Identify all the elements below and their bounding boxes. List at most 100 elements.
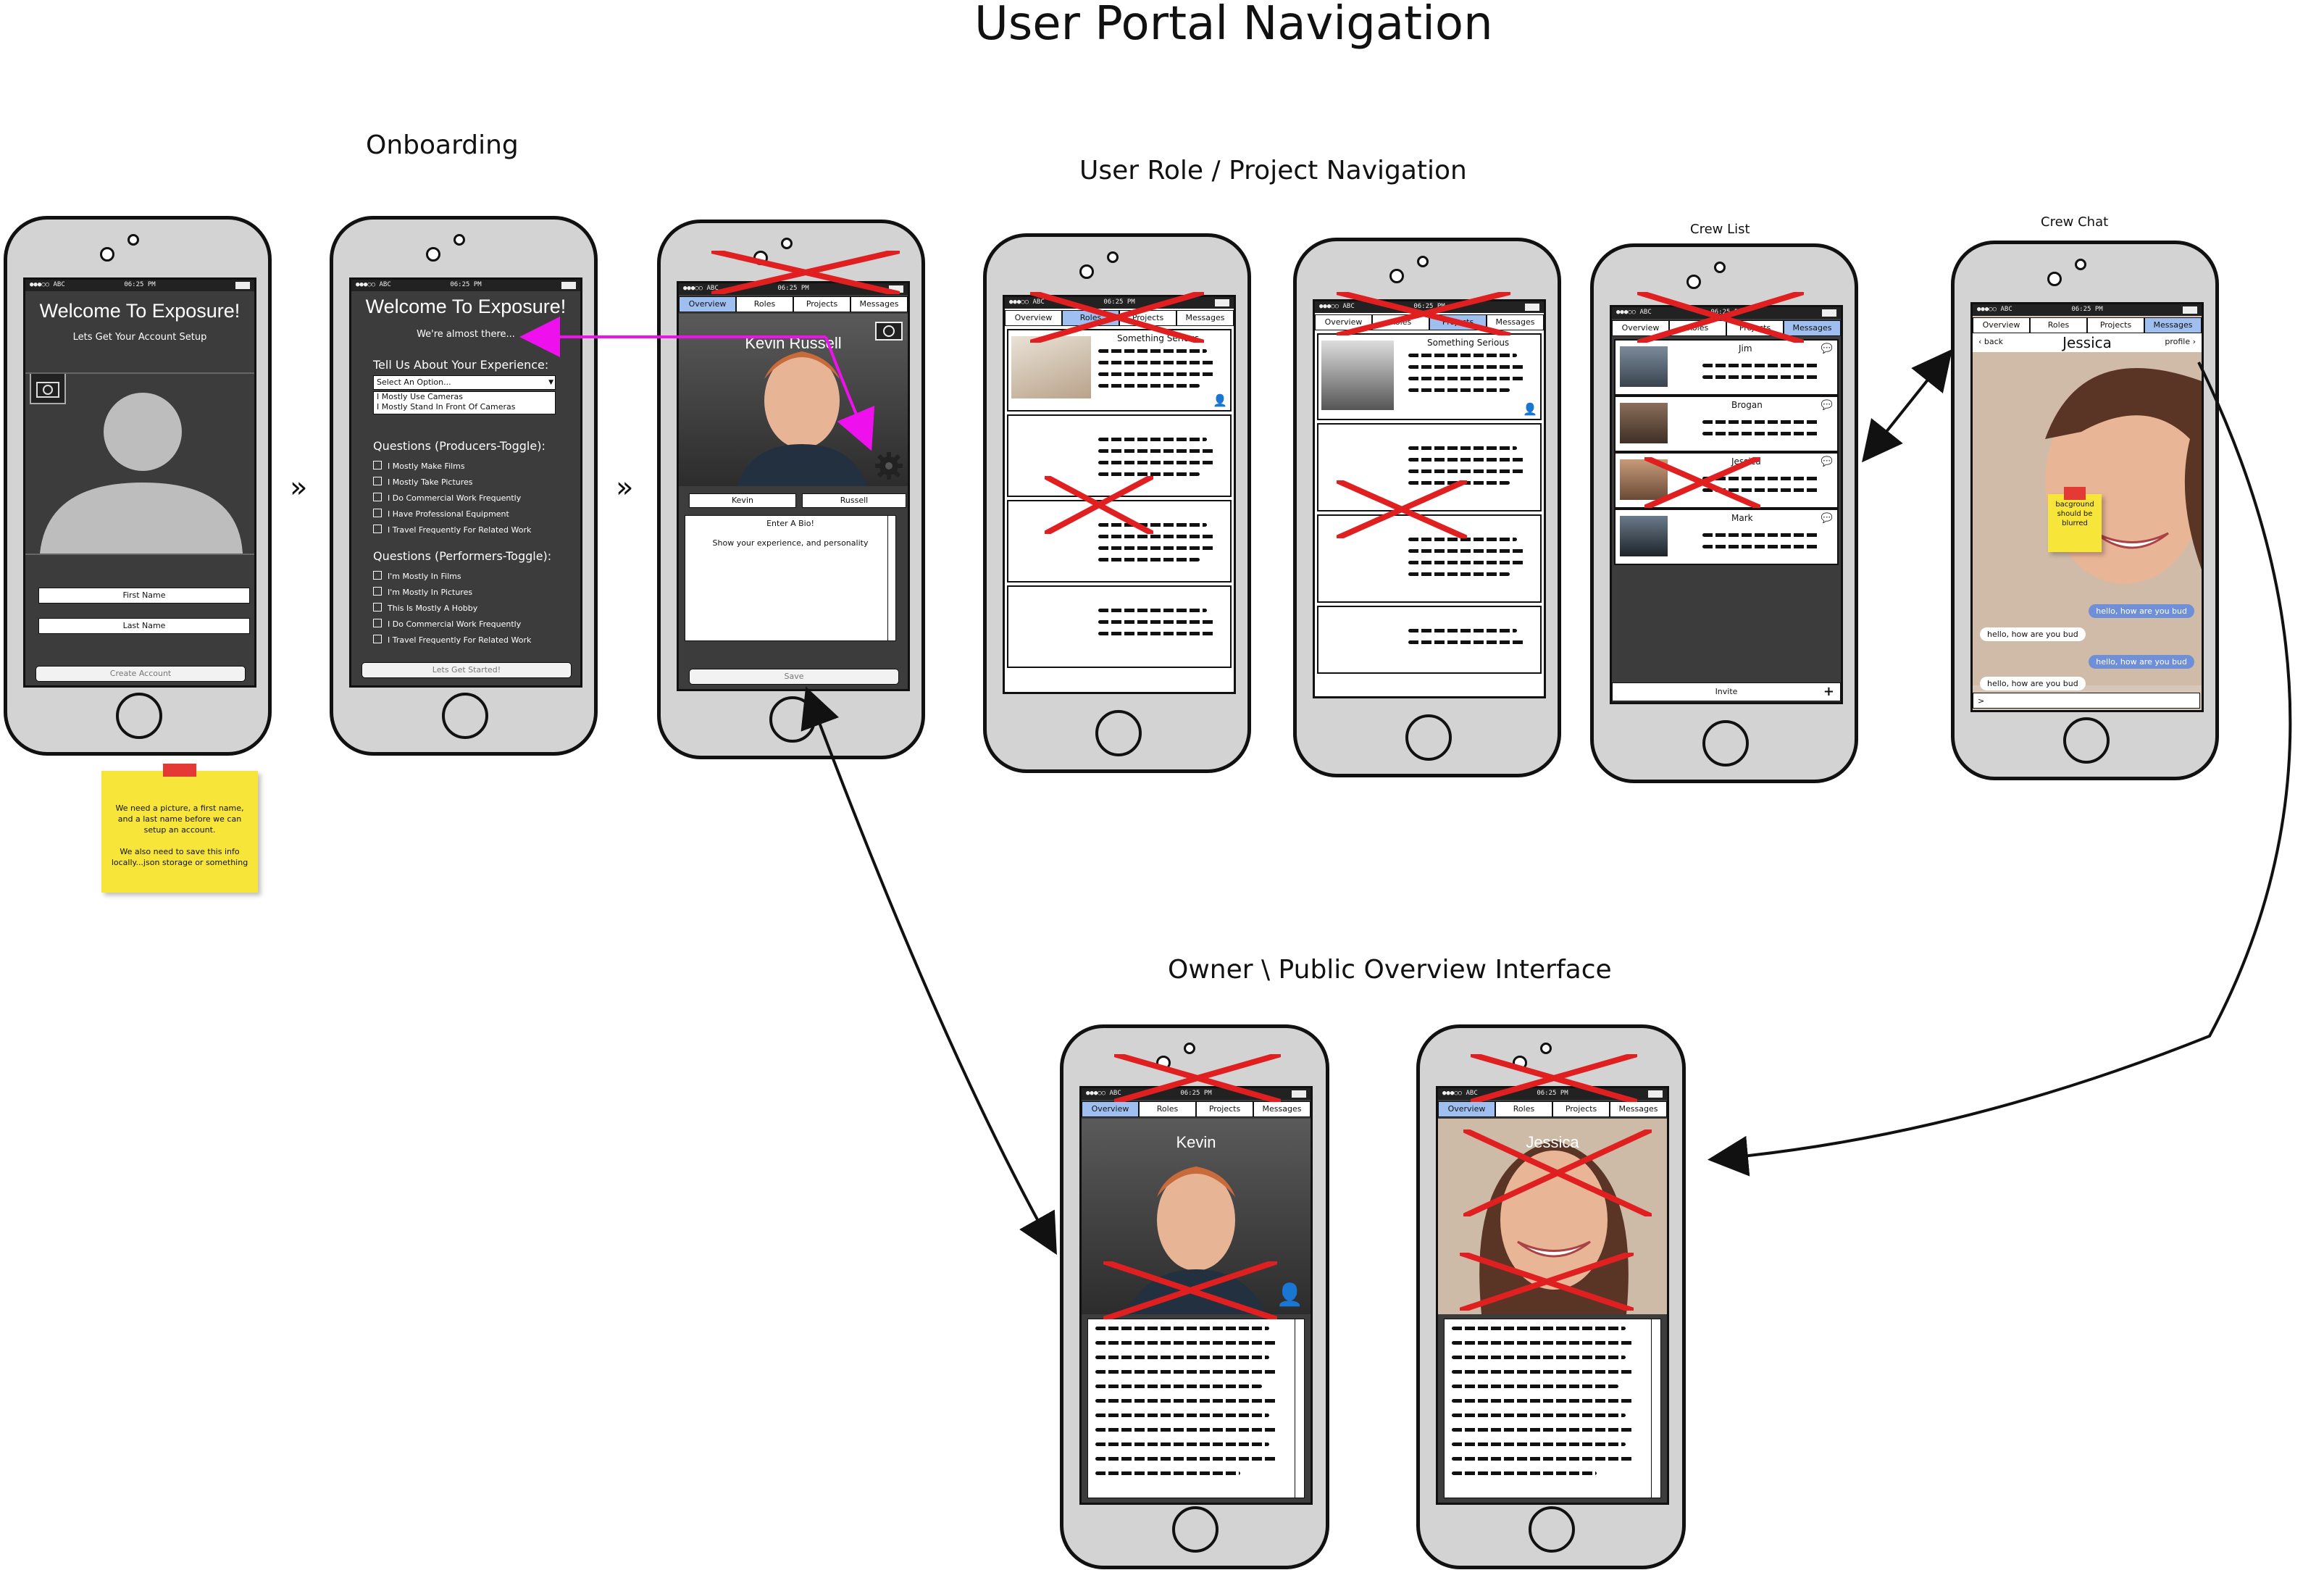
- last-name-field[interactable]: Russell: [802, 493, 906, 508]
- tab-overview[interactable]: Overview: [1973, 317, 2030, 333]
- cross-out-mark: [1637, 292, 1804, 343]
- section-title-owner-public: Owner \ Public Overview Interface: [1168, 955, 1612, 985]
- add-user-icon[interactable]: 👤: [1523, 402, 1537, 416]
- phone-projects: ●●●○○ ABC06:25 PM Overview Roles Project…: [1293, 238, 1561, 777]
- checkbox-item[interactable]: I Travel Frequently For Related Work: [373, 635, 531, 645]
- invite-bar[interactable]: Invite +: [1612, 682, 1841, 701]
- experience-select[interactable]: Select An Option... ▼: [373, 375, 556, 390]
- performers-label: Questions (Performers-Toggle):: [373, 549, 552, 563]
- tab-messages[interactable]: Messages: [1610, 1101, 1667, 1117]
- chat-header: ‹ back Jessica profile ›: [1973, 333, 2202, 353]
- project-thumbnail: [1321, 341, 1394, 410]
- first-name-field[interactable]: Kevin: [689, 493, 796, 508]
- cross-out-mark: [1114, 1054, 1281, 1102]
- option-item[interactable]: I Mostly Use Cameras: [377, 392, 555, 402]
- chat-bubble-icon[interactable]: 💬: [1821, 513, 1833, 524]
- camera-icon[interactable]: [873, 317, 905, 343]
- add-user-icon[interactable]: 👤: [1276, 1282, 1303, 1308]
- profile-link[interactable]: profile ›: [2165, 337, 2196, 346]
- tab-projects[interactable]: Projects: [1552, 1101, 1610, 1117]
- checkbox-item[interactable]: I'm Mostly In Pictures: [373, 587, 472, 597]
- checkbox-item[interactable]: I Do Commercial Work Frequently: [373, 493, 521, 503]
- tab-overview[interactable]: Overview: [1438, 1101, 1495, 1117]
- avatar-placeholder[interactable]: [25, 372, 254, 555]
- home-button[interactable]: [1095, 710, 1142, 756]
- crew-row[interactable]: Jim 💬: [1614, 339, 1839, 396]
- tab-roles[interactable]: Roles: [1495, 1101, 1552, 1117]
- arrow-crewlist-chat: [1862, 348, 1952, 463]
- project-card[interactable]: Something Serious 👤: [1317, 333, 1542, 420]
- welcome-subtitle: Lets Get Your Account Setup: [72, 332, 207, 343]
- home-button[interactable]: [1405, 714, 1452, 761]
- tab-roles[interactable]: Roles: [1139, 1101, 1196, 1117]
- phone-overview-jessica: ●●●○○ ABC 06:25 PM Overview Roles Project…: [1416, 1024, 1686, 1569]
- tab-overview[interactable]: Overview: [679, 296, 736, 312]
- cross-out-mark: [1644, 457, 1760, 508]
- tab-projects[interactable]: Projects: [2087, 317, 2144, 333]
- role-card[interactable]: [1007, 585, 1232, 668]
- scrollbar[interactable]: [887, 516, 895, 640]
- checkbox-item[interactable]: I'm Mostly In Films: [373, 571, 461, 581]
- crew-name: Brogan: [1731, 400, 1763, 410]
- chat-message-out: hello, how are you bud: [2089, 655, 2194, 669]
- first-name-field[interactable]: First Name: [38, 588, 250, 604]
- phone-profile-bio: ●●●○○ ABC 06:25 PM Overview Roles Project…: [657, 220, 925, 759]
- invite-label: Invite: [1715, 687, 1738, 696]
- tab-projects[interactable]: Projects: [793, 296, 850, 312]
- plus-icon[interactable]: +: [1823, 683, 1834, 701]
- tab-messages[interactable]: Messages: [1253, 1101, 1311, 1117]
- tab-messages[interactable]: Messages: [2144, 317, 2202, 333]
- cross-out-mark: [1045, 476, 1153, 534]
- crew-name: Mark: [1731, 513, 1753, 523]
- cross-out-mark: [1471, 1054, 1637, 1102]
- checkbox-item[interactable]: I Mostly Make Films: [373, 461, 465, 471]
- phone-crew-list: ●●●○○ ABC06:25 PM Overview Roles Project…: [1590, 243, 1858, 783]
- home-button[interactable]: [2063, 717, 2110, 764]
- experience-label: Tell Us About Your Experience:: [373, 358, 549, 372]
- cross-out-mark: [1337, 480, 1467, 538]
- home-button[interactable]: [116, 693, 162, 739]
- status-bar: ●●●○○ ABC 06:25 PM: [351, 280, 580, 291]
- save-button[interactable]: Save: [689, 669, 899, 685]
- option-item[interactable]: I Mostly Stand In Front Of Cameras: [377, 402, 555, 412]
- welcome-subtitle: We're almost there...: [417, 329, 515, 340]
- tab-projects[interactable]: Projects: [1196, 1101, 1253, 1117]
- chat-bubble-icon[interactable]: 💬: [1821, 343, 1833, 354]
- project-card[interactable]: [1317, 606, 1542, 674]
- section-title-role-nav: User Role / Project Navigation: [1079, 156, 1467, 185]
- crew-row[interactable]: Mark 💬: [1614, 509, 1839, 565]
- add-user-icon[interactable]: 👤: [1213, 393, 1227, 407]
- checkbox-item[interactable]: I Do Commercial Work Frequently: [373, 619, 521, 629]
- checkbox-item[interactable]: I Travel Frequently For Related Work: [373, 525, 531, 535]
- chat-input[interactable]: >: [1973, 693, 2200, 709]
- bio-textarea[interactable]: Enter A Bio! Show your experience, and p…: [685, 515, 896, 641]
- tab-messages[interactable]: Messages: [850, 296, 908, 312]
- tab-roles[interactable]: Roles: [736, 296, 793, 312]
- bio-text: [1087, 1319, 1305, 1498]
- home-button[interactable]: [1172, 1506, 1219, 1553]
- home-button[interactable]: [442, 693, 488, 739]
- experience-options[interactable]: I Mostly Use Cameras I Mostly Stand In F…: [373, 391, 556, 414]
- chat-bubble-icon[interactable]: 💬: [1821, 400, 1833, 411]
- crew-name: Jim: [1739, 343, 1752, 354]
- checkbox-item[interactable]: I Have Professional Equipment: [373, 509, 509, 519]
- scrollbar[interactable]: [1295, 1319, 1304, 1498]
- home-button[interactable]: [1529, 1506, 1575, 1553]
- scrollbar[interactable]: [1651, 1319, 1660, 1498]
- chat-bubble-icon[interactable]: 💬: [1821, 456, 1833, 467]
- lets-get-started-button[interactable]: Lets Get Started!: [361, 662, 572, 678]
- home-button[interactable]: [769, 696, 816, 743]
- phone-experience: ●●●○○ ABC 06:25 PM Welcome To Exposure! W…: [330, 216, 598, 756]
- crew-row[interactable]: Brogan 💬: [1614, 396, 1839, 452]
- phone-overview-kevin: ●●●○○ ABC 06:25 PM Overview Roles Project…: [1060, 1024, 1329, 1569]
- cross-out-mark: [1337, 292, 1510, 335]
- checkbox-item[interactable]: This Is Mostly A Hobby: [373, 603, 477, 613]
- gear-icon[interactable]: [873, 450, 905, 482]
- tab-roles[interactable]: Roles: [2030, 317, 2087, 333]
- screen-profile-bio: ●●●○○ ABC 06:25 PM Overview Roles Project…: [677, 281, 910, 691]
- home-button[interactable]: [1702, 720, 1749, 767]
- checkbox-item[interactable]: I Mostly Take Pictures: [373, 477, 473, 487]
- create-account-button[interactable]: Create Account: [35, 666, 246, 682]
- last-name-field[interactable]: Last Name: [38, 618, 250, 634]
- tab-overview[interactable]: Overview: [1082, 1101, 1139, 1117]
